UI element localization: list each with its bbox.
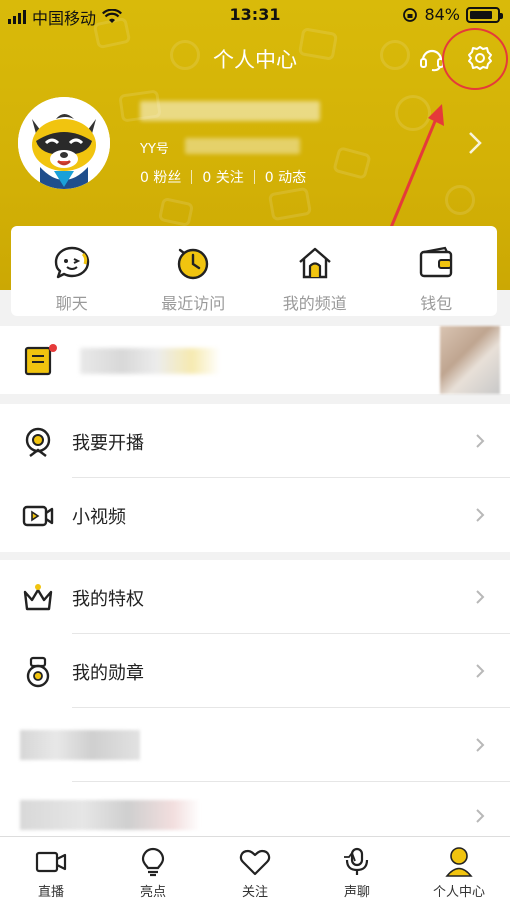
tv-camera-icon — [35, 851, 67, 873]
chevron-right-icon — [476, 664, 485, 678]
quick-action-wallet[interactable]: 钱包 — [376, 226, 498, 316]
yy-id-obscured — [185, 138, 300, 154]
microphone-icon — [344, 847, 369, 875]
menu-item-start-live[interactable]: 我要开播 — [0, 404, 510, 478]
chat-bubble-icon — [54, 246, 89, 279]
bulb-icon — [141, 847, 165, 877]
raccoon-mascot-icon — [18, 97, 110, 189]
bottom-tab-bar: 直播 亮点 关注 声聊 个人中心 — [0, 836, 510, 910]
webcam-icon — [25, 427, 51, 457]
yy-id-label: YY号 — [140, 142, 169, 157]
menu-item-obscured[interactable] — [0, 782, 510, 836]
battery-icon — [466, 6, 503, 23]
person-icon — [445, 847, 473, 877]
tab-voice-chat[interactable]: 声聊 — [306, 837, 408, 910]
menu-item-obscured-content — [20, 730, 140, 760]
menu-item-obscured[interactable] — [0, 708, 510, 782]
promo-image-obscured — [440, 326, 500, 394]
menu-section-broadcast: 我要开播 小视频 — [0, 404, 510, 552]
chevron-right-icon — [476, 738, 485, 752]
quick-action-label: 聊天 — [55, 294, 88, 313]
tab-live[interactable]: 直播 — [0, 837, 102, 910]
heart-icon — [239, 849, 271, 876]
menu-item-label: 我的勋章 — [72, 663, 144, 684]
profile-chevron-right-icon[interactable] — [462, 130, 488, 156]
clock-icon — [178, 248, 209, 280]
medal-icon — [26, 656, 50, 688]
quick-action-chat[interactable]: 聊天 — [11, 226, 133, 316]
chevron-right-icon — [476, 590, 485, 604]
quick-action-label: 钱包 — [420, 294, 453, 313]
house-icon — [298, 247, 331, 279]
quick-actions-card: 聊天 最近访问 我的频道 钱包 — [11, 226, 497, 316]
settings-highlight-circle — [442, 28, 508, 90]
status-bar: 中国移动 13:31 84% — [0, 0, 510, 30]
annotation-arrow — [388, 104, 444, 231]
posts-count[interactable]: 0 动态 — [265, 167, 306, 187]
quick-action-recent[interactable]: 最近访问 — [133, 226, 255, 316]
stats-divider — [253, 170, 255, 184]
pattern-decoration — [157, 196, 195, 228]
avatar[interactable] — [18, 97, 110, 189]
profile-stats: 0 粉丝 0 关注 0 动态 — [140, 167, 306, 187]
pattern-decoration — [332, 146, 372, 180]
quick-action-label: 最近访问 — [161, 294, 226, 313]
chevron-right-icon — [476, 434, 485, 448]
menu-item-label: 我的特权 — [72, 589, 144, 610]
tab-label: 直播 — [37, 885, 64, 900]
menu-item-obscured-content — [20, 800, 200, 830]
orientation-lock-icon — [403, 7, 418, 22]
chevron-right-icon — [476, 809, 485, 823]
menu-item-privileges[interactable]: 我的特权 — [0, 560, 510, 634]
pattern-decoration — [267, 186, 313, 222]
tab-label: 声聊 — [343, 885, 370, 900]
tab-label: 亮点 — [139, 885, 166, 900]
menu-section-account: 我的特权 我的勋章 — [0, 560, 510, 836]
wallet-icon — [420, 246, 453, 278]
menu-item-short-video[interactable]: 小视频 — [0, 478, 510, 552]
tab-highlights[interactable]: 亮点 — [102, 837, 204, 910]
follow-count[interactable]: 0 关注 — [202, 167, 243, 187]
quick-action-label: 我的频道 — [282, 294, 347, 313]
username-obscured — [140, 101, 320, 121]
battery-percent: 84% — [424, 5, 460, 24]
fans-count[interactable]: 0 粉丝 — [140, 167, 181, 187]
tab-label: 关注 — [241, 885, 268, 900]
tab-follow[interactable]: 关注 — [204, 837, 306, 910]
stats-divider — [191, 170, 193, 184]
notebook-icon — [24, 344, 57, 376]
promo-text-obscured — [80, 348, 220, 374]
tab-profile[interactable]: 个人中心 — [408, 837, 510, 910]
crown-icon — [23, 584, 53, 611]
menu-item-label: 我要开播 — [72, 433, 144, 454]
menu-item-label: 小视频 — [72, 507, 126, 528]
tab-label: 个人中心 — [432, 885, 485, 900]
promo-banner-row[interactable] — [0, 326, 510, 394]
quick-action-channel[interactable]: 我的频道 — [254, 226, 376, 316]
chevron-right-icon — [476, 508, 485, 522]
video-camera-icon — [22, 505, 54, 527]
menu-item-medals[interactable]: 我的勋章 — [0, 634, 510, 708]
